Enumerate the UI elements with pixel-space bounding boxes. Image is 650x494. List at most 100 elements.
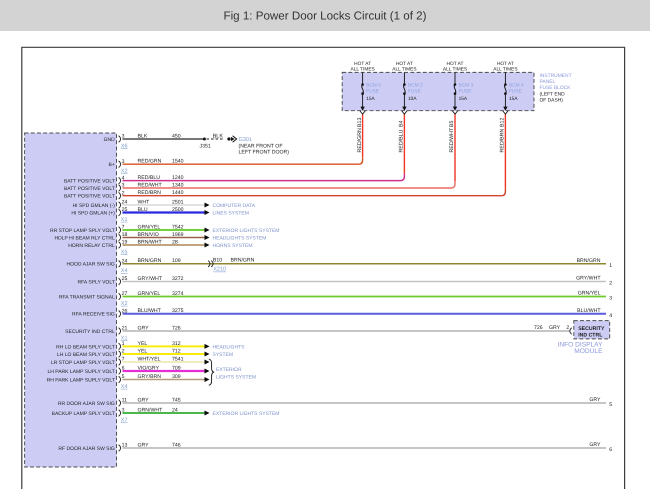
svg-text:HDLP HI BEAM RLY CTRL: HDLP HI BEAM RLY CTRL [55,235,116,241]
svg-text:BLU/WHT: BLU/WHT [577,308,601,314]
svg-text:X5: X5 [121,249,128,255]
svg-text:GRY: GRY [589,442,601,448]
svg-text:X2: X2 [121,169,128,175]
svg-text:ALL TIMES: ALL TIMES [493,67,517,73]
svg-text:HORN RELAY CTRL: HORN RELAY CTRL [68,243,115,249]
svg-text:GND: GND [104,137,116,143]
svg-text:6: 6 [609,447,612,453]
svg-text:2: 2 [566,325,569,331]
svg-text:X7: X7 [121,417,128,423]
svg-text:RED/BLU: RED/BLU [399,129,405,152]
svg-text:X6: X6 [121,143,128,149]
svg-text:BCM 2: BCM 2 [408,82,423,88]
svg-text:HEADLIGHTS SYSTEM: HEADLIGHTS SYSTEM [213,236,267,242]
svg-text:RED/GRN: RED/GRN [357,128,363,153]
svg-text:BATT POSITIVE VOLT: BATT POSITIVE VOLT [64,179,115,185]
svg-text:B10: B10 [213,257,222,263]
svg-text:HORNS SYSTEM: HORNS SYSTEM [213,243,253,249]
svg-text:726: 726 [534,325,543,331]
svg-text:BCM 3: BCM 3 [459,82,474,88]
svg-text:BATT POSITIVE VOLT: BATT POSITIVE VOLT [64,194,115,200]
svg-text:15A: 15A [366,96,375,102]
svg-text:INSTRUMENT: INSTRUMENT [540,73,572,79]
svg-text:SECURITY IND CTRL: SECURITY IND CTRL [65,329,115,335]
svg-text:LH PARK LAMP SUPLY VOLT: LH PARK LAMP SUPLY VOLT [47,369,114,375]
svg-text:BCM 5: BCM 5 [366,82,381,88]
svg-text:RED/WHT: RED/WHT [449,127,455,152]
svg-text:RR STOP LAMP SPLY VOLT: RR STOP LAMP SPLY VOLT [50,228,115,234]
svg-text:5: 5 [609,402,612,408]
svg-text:BACKUP LAMP SPLY VOLT: BACKUP LAMP SPLY VOLT [52,411,115,417]
svg-text:EXTERIOR LIGHTS SYSTEM: EXTERIOR LIGHTS SYSTEM [213,411,280,417]
svg-text:RFA SPLY VOLT: RFA SPLY VOLT [78,279,115,285]
svg-text:MODULE: MODULE [574,348,603,355]
svg-text:EXTERIOR: EXTERIOR [216,367,242,373]
svg-text:FUSE: FUSE [408,89,421,95]
svg-text:B4: B4 [399,120,405,127]
svg-text:10A: 10A [408,96,417,102]
svg-text:LR STOP LAMP SPLY VOLT: LR STOP LAMP SPLY VOLT [51,360,115,366]
svg-text:SECURITY: SECURITY [578,326,605,332]
svg-text:B13: B13 [357,118,363,127]
svg-text:IND CTRL: IND CTRL [578,333,603,339]
svg-text:X210: X210 [213,267,226,273]
svg-text:BRN/GRN: BRN/GRN [231,257,255,263]
svg-text:LINES SYSTEM: LINES SYSTEM [213,211,249,217]
svg-text:FUSE: FUSE [366,89,379,95]
svg-text:BLK: BLK [213,133,224,139]
svg-text:GRN/YEL: GRN/YEL [578,291,601,297]
svg-text:X4: X4 [121,384,128,390]
svg-text:3: 3 [609,296,612,302]
svg-text:GRY: GRY [549,325,561,331]
svg-text:B12: B12 [500,118,506,127]
svg-text:FUSE BLOCK: FUSE BLOCK [540,85,572,91]
svg-text:RR DOOR AJAR SW SIG: RR DOOR AJAR SW SIG [58,401,115,407]
svg-text:GRY: GRY [589,397,601,403]
svg-text:RH LO BEAM SPLY VOLT: RH LO BEAM SPLY VOLT [56,344,115,350]
svg-text:15A: 15A [509,96,518,102]
svg-text:RED/BRN: RED/BRN [500,128,506,152]
svg-text:X1: X1 [121,217,128,223]
svg-text:4: 4 [609,313,612,319]
svg-text:(NEAR FRONT OF: (NEAR FRONT OF [239,143,283,149]
svg-text:LEFT FRONT DOOR): LEFT FRONT DOOR) [239,150,290,156]
svg-text:HOT AT: HOT AT [396,61,413,67]
svg-text:B5: B5 [449,120,455,127]
svg-text:EXTERIOR LIGHTS SYSTEM: EXTERIOR LIGHTS SYSTEM [213,228,280,234]
svg-text:G301: G301 [239,137,252,143]
svg-text:RF DOOR AJAR SW SIG: RF DOOR AJAR SW SIG [58,446,115,452]
svg-text:BCM 4: BCM 4 [509,82,524,88]
svg-text:HOT AT: HOT AT [497,61,514,67]
svg-text:FUSE: FUSE [459,89,472,95]
svg-text:BRN/GRN: BRN/GRN [577,258,601,264]
svg-text:B+: B+ [109,162,115,168]
svg-text:1: 1 [609,263,612,269]
svg-text:HOOD AJAR SW SIG: HOOD AJAR SW SIG [66,262,114,268]
svg-text:RFA TRANSMIT SIGNAL: RFA TRANSMIT SIGNAL [59,294,115,300]
svg-text:BATT POSITIVE VOLT: BATT POSITIVE VOLT [64,186,115,192]
svg-text:ALL TIMES: ALL TIMES [392,67,416,73]
svg-text:15A: 15A [459,96,468,102]
svg-text:ALL TIMES: ALL TIMES [443,67,467,73]
svg-text:Fig 1: Power Door Locks Circui: Fig 1: Power Door Locks Circuit (1 of 2) [224,10,427,23]
svg-text:X2: X2 [121,301,128,307]
svg-text:X1: X1 [121,335,128,341]
svg-text:PANEL: PANEL [540,79,556,85]
svg-text:RH PARK LAMP SUPLY VOLT: RH PARK LAMP SUPLY VOLT [47,377,115,383]
svg-text:HI SPD GMLAN (+): HI SPD GMLAN (+) [71,210,115,216]
svg-text:2: 2 [609,281,612,287]
svg-text:X4: X4 [121,268,128,274]
svg-text:HOT AT: HOT AT [447,61,464,67]
svg-text:OF DASH): OF DASH) [540,98,564,104]
svg-text:FUSE: FUSE [509,89,522,95]
svg-text:LIGHTS SYSTEM: LIGHTS SYSTEM [216,375,256,381]
svg-text:GRY/WHT: GRY/WHT [576,276,601,282]
svg-text:HOT AT: HOT AT [354,61,371,67]
svg-text:J351: J351 [200,143,211,149]
svg-text:ALL TIMES: ALL TIMES [350,67,374,73]
svg-text:LH LO BEAM SPLY VOLT: LH LO BEAM SPLY VOLT [57,352,115,358]
svg-text:HI SPD GMLAN (-): HI SPD GMLAN (-) [73,203,116,209]
svg-text:(LEFT END: (LEFT END [540,91,566,97]
svg-text:RFA RECEIVE SIG: RFA RECEIVE SIG [72,312,115,318]
svg-text:SYSTEM: SYSTEM [213,352,234,358]
